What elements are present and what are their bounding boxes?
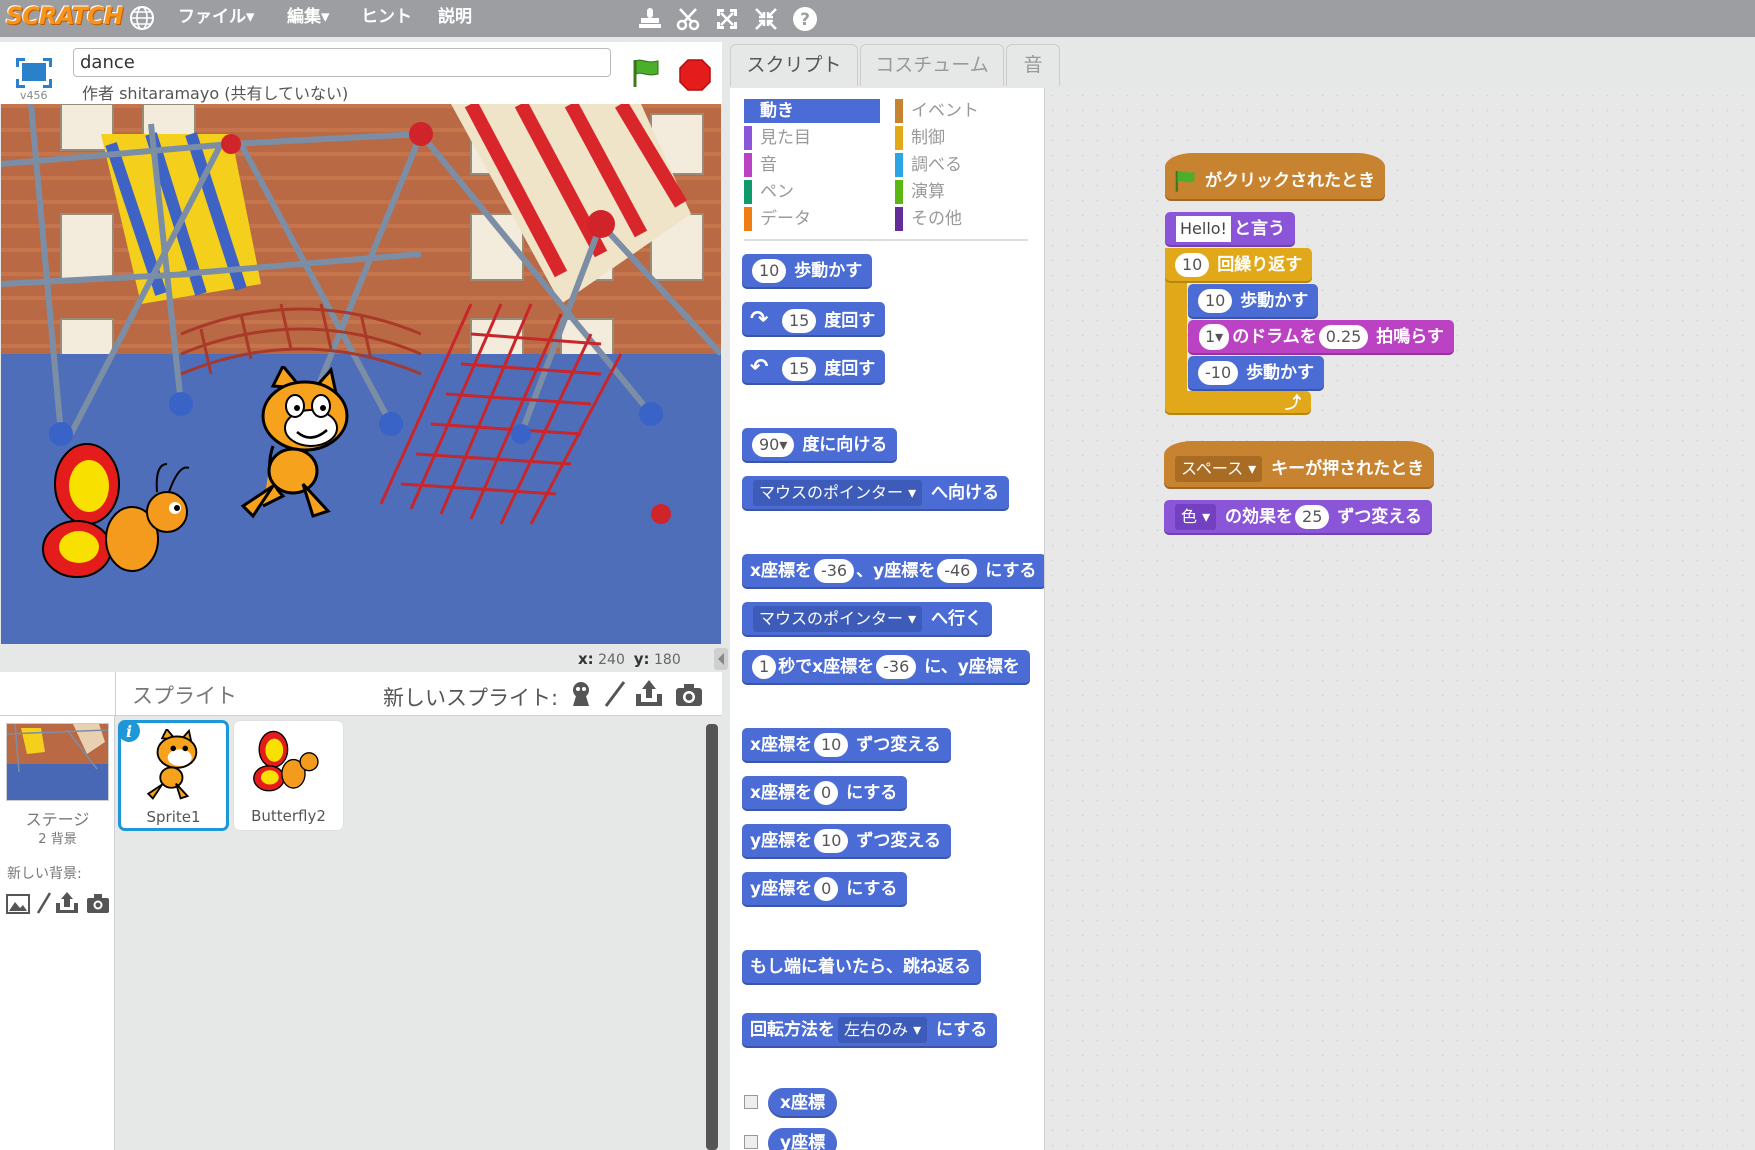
mouse-coordinates: x: 240 y: 180	[578, 650, 681, 668]
block-play-drum[interactable]: 1▾ のドラムを 0.25 拍鳴らす	[1188, 320, 1454, 355]
block-rotation-style[interactable]: 回転方法を 左右のみ ▾ にする	[742, 1013, 998, 1048]
globe-icon[interactable]	[128, 4, 156, 32]
block-repeat[interactable]: 10 回繰り返す	[1165, 248, 1313, 283]
block-when-flag-clicked[interactable]: がクリックされたとき	[1165, 153, 1385, 201]
author-label: 作者 shitaramayo (共有していない)	[82, 84, 349, 103]
block-move-steps[interactable]: 10 歩動かす	[1188, 284, 1319, 319]
reporter-x-position[interactable]: x座標	[768, 1088, 837, 1118]
file-menu[interactable]: ファイル▾	[178, 4, 255, 30]
paint-sprite-icon[interactable]	[602, 680, 628, 708]
about-menu[interactable]: 説明	[438, 4, 472, 30]
ypos-checkbox[interactable]	[744, 1135, 758, 1149]
butterfly-thumbnail	[253, 730, 319, 792]
category-operators[interactable]: 演算	[895, 180, 945, 204]
category-data[interactable]: データ	[744, 207, 811, 231]
stop-sign-icon[interactable]	[678, 58, 712, 92]
help-icon[interactable]: ?	[791, 5, 819, 33]
y-value: 180	[654, 652, 681, 668]
xpos-checkbox[interactable]	[744, 1095, 758, 1109]
upload-backdrop-icon[interactable]	[55, 892, 79, 914]
category-control[interactable]: 制御	[895, 126, 945, 150]
block-say[interactable]: Hello! と言う	[1165, 212, 1295, 247]
sprite-tile[interactable]: Butterfly2	[233, 720, 344, 831]
sprite-name: Butterfly2	[251, 807, 326, 825]
block-goto-xy[interactable]: x座標を -36 、y座標を -46 にする	[742, 554, 1044, 589]
block-set-x[interactable]: x座標を 0 にする	[742, 776, 908, 811]
category-looks[interactable]: 見た目	[744, 126, 811, 150]
cut-scissors-icon[interactable]	[674, 5, 702, 33]
block-point-towards[interactable]: マウスのポインター ▾ へ向ける	[742, 476, 1010, 511]
category-sound[interactable]: 音	[744, 153, 777, 177]
green-flag-icon[interactable]	[630, 56, 664, 90]
stage-backdrop-count: 2 背景	[38, 832, 77, 847]
choose-sprite-library-icon[interactable]	[568, 680, 594, 708]
block-set-y[interactable]: y座標を 0 にする	[742, 872, 908, 907]
edit-menu[interactable]: 編集▾	[287, 4, 330, 30]
category-pen[interactable]: ペン	[744, 180, 794, 204]
repeat-end: ⤴	[1165, 391, 1311, 415]
sprite-name: Sprite1	[146, 808, 201, 826]
reporter-y-position[interactable]: y座標	[768, 1128, 838, 1150]
svg-text:i: i	[126, 722, 132, 741]
paint-backdrop-icon[interactable]	[36, 891, 52, 915]
palette-divider	[744, 239, 1028, 241]
x-label: x:	[578, 650, 594, 668]
block-palette: 動き イベント 見た目 制御 音 調べる ペン 演算 データ その他 10 歩動…	[730, 88, 1044, 1150]
block-when-key-pressed[interactable]: スペース ▾ キーが押されたとき	[1164, 441, 1435, 489]
svg-text:?: ?	[800, 10, 810, 30]
shrink-icon[interactable]	[752, 5, 780, 33]
camera-sprite-icon[interactable]	[674, 682, 704, 708]
block-move-steps[interactable]: -10 歩動かす	[1188, 356, 1325, 391]
block-change-y[interactable]: y座標を 10 ずつ変える	[742, 824, 951, 859]
block-glide[interactable]: 1 秒でx座標を -36 に、y座標を	[742, 650, 1030, 685]
sprite-list-scrollbar[interactable]	[706, 724, 718, 1150]
block-change-effect[interactable]: 色 ▾ の効果を 25 ずつ変える	[1164, 500, 1432, 535]
divider	[115, 672, 116, 716]
block-move-steps[interactable]: 10 歩動かす	[742, 254, 873, 289]
x-value: 240	[598, 652, 625, 668]
sprite-panel-title: スプライト	[132, 684, 237, 708]
new-backdrop-label: 新しい背景:	[7, 866, 82, 882]
block-turn-right[interactable]: ↷ 15 度回す	[742, 302, 886, 337]
version-label: v456	[20, 89, 48, 102]
category-events[interactable]: イベント	[895, 99, 979, 123]
camera-backdrop-icon[interactable]	[86, 893, 110, 915]
collapse-stage-icon[interactable]	[714, 648, 728, 670]
stage-thumbnail[interactable]	[6, 723, 109, 801]
choose-backdrop-library-icon[interactable]	[6, 893, 30, 915]
cat-thumbnail	[146, 729, 198, 800]
turn-left-icon: ↶	[750, 355, 769, 380]
tab-sounds[interactable]: 音	[1006, 44, 1060, 86]
grow-icon[interactable]	[713, 5, 741, 33]
block-change-x[interactable]: x座標を 10 ずつ変える	[742, 728, 951, 763]
block-point-direction[interactable]: 90▾ 度に向ける	[742, 428, 898, 463]
y-label: y:	[633, 650, 650, 668]
block-turn-left[interactable]: ↶ 15 度回す	[742, 350, 886, 385]
upload-sprite-icon[interactable]	[634, 680, 664, 708]
stage-label: ステージ	[25, 810, 90, 829]
green-flag-icon	[1175, 171, 1195, 192]
project-name-input[interactable]: dance	[73, 48, 611, 77]
duplicate-stamp-icon[interactable]	[636, 5, 664, 33]
loop-arrow-icon: ⤴	[1284, 393, 1301, 412]
category-motion[interactable]: 動き	[744, 99, 880, 123]
tab-costumes[interactable]: コスチューム	[860, 44, 1004, 86]
butterfly-sprite[interactable]	[37, 434, 207, 609]
tab-scripts[interactable]: スクリプト	[730, 44, 858, 86]
stage-canvas[interactable]	[1, 104, 721, 644]
fullscreen-icon[interactable]	[14, 56, 54, 90]
menu-bar: SCRATCH ファイル▾ 編集▾ ヒント 説明 ?	[0, 0, 1755, 37]
scripts-area[interactable]: がクリックされたとき Hello! と言う 10 回繰り返す 10 歩動かす 1▾…	[1044, 88, 1755, 1150]
block-goto[interactable]: マウスのポインター ▾ へ行く	[742, 602, 993, 637]
turn-right-icon: ↷	[750, 307, 769, 332]
cat-sprite[interactable]	[233, 366, 373, 526]
category-sensing[interactable]: 調べる	[895, 153, 962, 177]
category-more-blocks[interactable]: その他	[895, 207, 962, 231]
info-icon[interactable]: i	[117, 719, 141, 743]
scratch-logo[interactable]: SCRATCH	[6, 2, 124, 30]
new-sprite-label: 新しいスプライト:	[383, 686, 559, 710]
block-bounce[interactable]: もし端に着いたら、跳ね返る	[742, 950, 981, 985]
hint-menu[interactable]: ヒント	[361, 4, 412, 30]
